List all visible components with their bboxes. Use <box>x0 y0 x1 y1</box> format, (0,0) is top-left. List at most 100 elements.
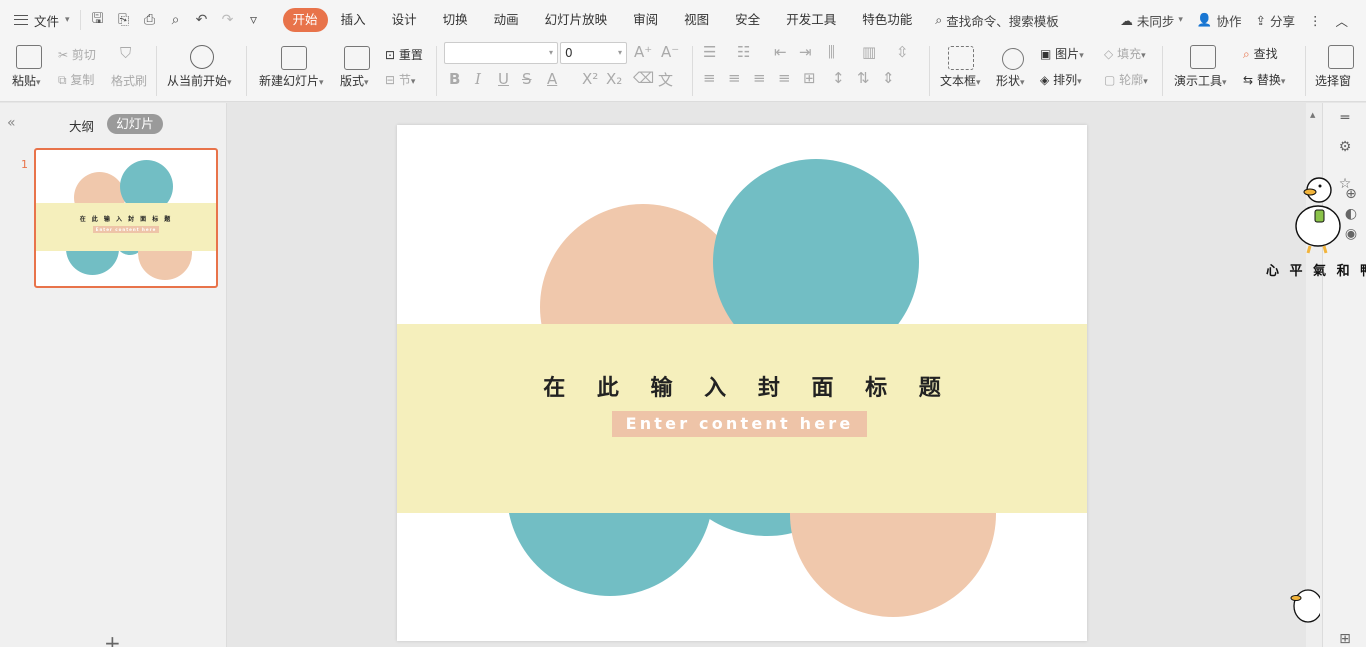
bullet-list-icon[interactable]: ☰ <box>703 43 716 61</box>
font-size-select[interactable]: 0 ▾ <box>560 42 627 64</box>
arrange-button[interactable]: ◈ 排列▾ <box>1040 71 1082 88</box>
paragraph-spacing-icon[interactable]: ⇅ <box>857 69 870 87</box>
layers-icon: ◈ <box>1040 73 1050 87</box>
presentation-tools-button[interactable]: 演示工具▾ <box>1174 72 1227 89</box>
align-right-icon[interactable]: ≡ <box>753 69 766 87</box>
phonetic-guide-icon[interactable]: 文 <box>658 69 673 90</box>
tab-outline[interactable]: 大纲 <box>69 116 94 135</box>
align-center-icon[interactable]: ≡ <box>728 69 741 87</box>
sync-button[interactable]: ☁ 未同步 ▾ <box>1120 11 1183 30</box>
tab-transition[interactable]: 切换 <box>430 8 481 32</box>
file-menu-label: 文件 <box>34 13 60 29</box>
settings-sliders-icon[interactable]: ⚙ <box>1337 139 1353 155</box>
outline-button[interactable]: ▢ 轮廓▾ <box>1104 71 1148 88</box>
decrease-font-icon[interactable]: A⁻ <box>661 43 679 61</box>
paste-icon[interactable] <box>16 45 42 69</box>
share-button[interactable]: ⇪ 分享 <box>1255 11 1295 30</box>
collapse-panel-icon[interactable]: « <box>7 115 16 131</box>
tab-features[interactable]: 特色功能 <box>849 8 925 32</box>
play-icon[interactable] <box>190 45 214 69</box>
font-color-icon[interactable]: A <box>547 70 557 88</box>
layout-button[interactable]: 版式▾ <box>340 72 369 89</box>
add-slide-icon[interactable]: + <box>104 631 121 647</box>
textbox-label: 文本框 <box>940 74 977 88</box>
slide-1[interactable]: 在 此 输 入 封 面 标 题 Enter content here <box>397 125 1087 641</box>
tab-view[interactable]: 视图 <box>671 8 722 32</box>
selection-pane-icon[interactable] <box>1328 45 1354 69</box>
format-brush-icon[interactable]: ⎘ <box>113 9 135 31</box>
font-family-select[interactable]: ▾ <box>444 42 558 64</box>
collaborate-button[interactable]: 👤 协作 <box>1197 11 1242 30</box>
new-slide-button[interactable]: 新建幻灯片▾ <box>259 72 324 89</box>
fill-button[interactable]: ◇ 填充▾ <box>1104 45 1146 62</box>
redo-icon[interactable]: ↷ <box>217 9 239 31</box>
more-options-icon[interactable]: ⋮ <box>1309 13 1322 28</box>
save-icon[interactable]: 🖫 <box>87 9 109 31</box>
tab-home[interactable]: 开始 <box>282 8 328 32</box>
shape-button[interactable]: 形状▾ <box>996 72 1025 89</box>
shape-icon[interactable] <box>1002 48 1024 70</box>
decrease-indent-icon[interactable]: ⇤ <box>774 43 787 61</box>
reset-label: 重置 <box>398 48 423 62</box>
chevron-down-icon: ▾ <box>617 48 622 57</box>
align-text-icon[interactable]: ⇳ <box>896 43 909 61</box>
reset-button[interactable]: ⊡ 重置 <box>385 46 423 63</box>
scroll-up-icon[interactable]: ▲ <box>1310 111 1315 119</box>
layout-icon[interactable] <box>344 46 370 70</box>
tab-developer[interactable]: 开发工具 <box>773 8 849 32</box>
find-button[interactable]: ⌕ 查找 <box>1243 45 1278 62</box>
section-button[interactable]: ⊟ 节▾ <box>385 71 415 88</box>
picture-button[interactable]: ▣ 图片▾ <box>1040 45 1084 62</box>
new-slide-icon[interactable] <box>281 46 307 70</box>
tab-slides[interactable]: 幻灯片 <box>107 114 163 134</box>
distributed-icon[interactable]: ⊞ <box>803 69 816 87</box>
grid-view-icon[interactable]: ⊞ <box>1337 631 1353 647</box>
textbox-button[interactable]: 文本框▾ <box>940 72 981 89</box>
customize-dropdown-icon[interactable]: ▿ <box>243 9 265 31</box>
italic-icon[interactable]: I <box>475 70 481 88</box>
increase-indent-icon[interactable]: ⇥ <box>799 43 812 61</box>
file-menu[interactable]: 文件 ▾ <box>0 0 80 40</box>
tab-review[interactable]: 审阅 <box>620 8 671 32</box>
text-direction-icon[interactable]: ⫼ <box>828 43 835 61</box>
selection-pane-button[interactable]: 选择窗 <box>1315 72 1351 89</box>
tab-insert[interactable]: 插入 <box>328 8 379 32</box>
copy-button[interactable]: ⧉ 复制 <box>58 71 94 88</box>
format-painter-button[interactable]: 格式刷 <box>111 72 147 89</box>
numbered-list-icon[interactable]: ☷ <box>737 43 750 61</box>
increase-font-icon[interactable]: A⁺ <box>634 43 652 61</box>
ribbon-toolbar: 粘贴▾ ✂ 剪切 ⧉ 复制 格式刷 ⛉ 从当前开始▾ 新建幻灯片▾ 版式▾ ⊡ … <box>0 40 1366 102</box>
paste-button[interactable]: 粘贴▾ <box>12 72 41 89</box>
slide-thumbnail[interactable]: 在 此 输 入 封 面 标 题 Enter content here <box>34 148 218 288</box>
underline-icon[interactable]: U <box>498 70 509 88</box>
textbox-icon[interactable] <box>948 46 974 70</box>
align-left-icon[interactable]: ≡ <box>703 69 716 87</box>
command-search-label: 查找命令、搜索模板 <box>946 13 1059 29</box>
undo-icon[interactable]: ↶ <box>191 9 213 31</box>
slide-subtitle[interactable]: Enter content here <box>612 411 867 437</box>
justify-icon[interactable]: ≡ <box>778 69 791 87</box>
line-spacing-icon[interactable]: ↕ <box>832 69 845 87</box>
print-preview-icon[interactable]: ⌕ <box>165 9 187 31</box>
tab-animation[interactable]: 动画 <box>481 8 532 32</box>
collapse-ribbon-icon[interactable]: ︿ <box>1335 11 1348 30</box>
tab-slideshow[interactable]: 幻灯片放映 <box>532 8 621 32</box>
print-icon[interactable]: ⎙ <box>139 9 161 31</box>
share-icon: ⇪ <box>1255 12 1266 28</box>
paragraph-settings-icon[interactable]: ⇕ <box>882 69 895 87</box>
slide-title[interactable]: 在 此 输 入 封 面 标 题 <box>397 370 1087 402</box>
tab-security[interactable]: 安全 <box>722 8 773 32</box>
paste-label: 粘贴 <box>12 74 37 88</box>
bold-icon[interactable]: B <box>449 70 460 88</box>
columns-icon[interactable]: ▥ <box>862 43 876 61</box>
strikethrough-icon[interactable]: S <box>522 70 532 88</box>
tab-design[interactable]: 设计 <box>379 8 430 32</box>
command-search[interactable]: ⌕ 查找命令、搜索模板 <box>935 11 1059 30</box>
from-current-button[interactable]: 从当前开始▾ <box>167 72 232 89</box>
presentation-tools-icon[interactable] <box>1190 45 1216 69</box>
superscript-icon[interactable]: X² <box>582 70 598 88</box>
replace-button[interactable]: ⇆ 替换▾ <box>1243 71 1285 88</box>
cut-button[interactable]: ✂ 剪切 <box>58 46 96 63</box>
eraser-icon[interactable]: ⌫ <box>633 69 654 87</box>
subscript-icon[interactable]: X₂ <box>606 70 622 88</box>
